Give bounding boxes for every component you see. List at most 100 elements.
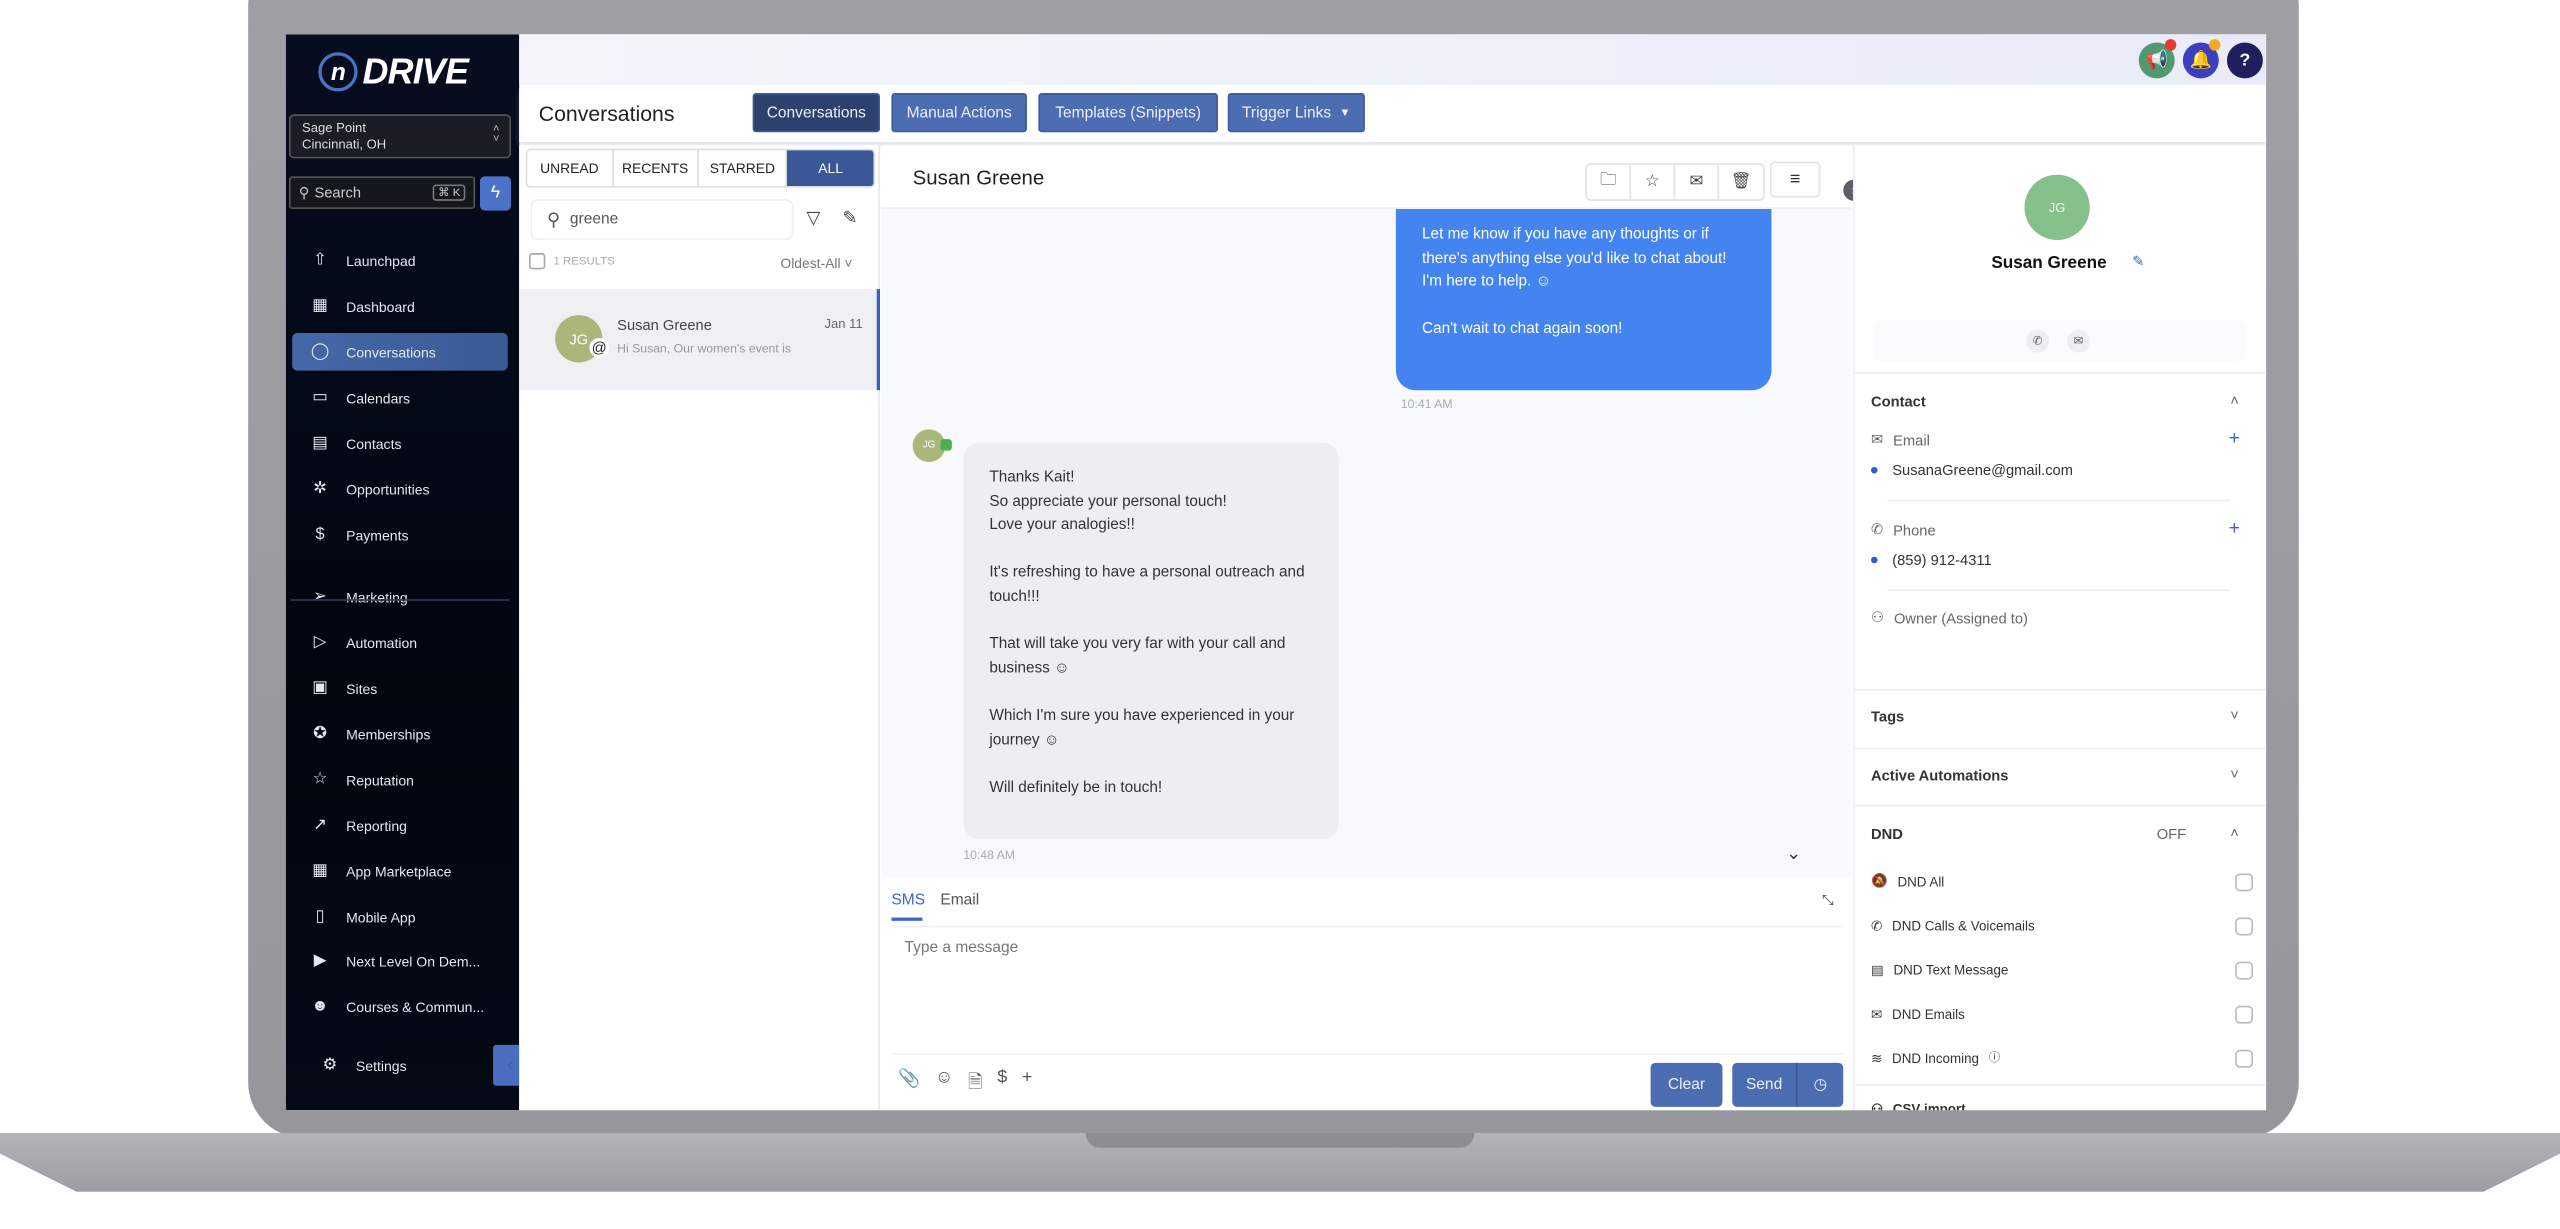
dollar-payment-icon[interactable]: $ (997, 1068, 1007, 1099)
minimize-icon[interactable]: ⤡ (1822, 891, 1834, 909)
sidebar-item-launchpad[interactable]: ⇧ Launchpad (292, 242, 508, 280)
chevron-down-icon[interactable]: ˅ (2230, 766, 2239, 782)
mail-icon: ✉ (1871, 1007, 1883, 1023)
compose-edit-icon[interactable]: ✎ (842, 207, 857, 229)
tags-section[interactable]: Tags (1871, 709, 1904, 725)
sidebar-item-calendars[interactable]: ▭ Calendars (292, 379, 508, 417)
conversation-search-input[interactable]: ⚲ greene (530, 199, 794, 240)
sidebar-item-mobile-app[interactable]: ▯ Mobile App (292, 898, 508, 936)
dnd-incoming-checkbox[interactable] (2235, 1048, 2254, 1067)
owner-field[interactable]: ⚇ Owner (Assigned to) (1871, 609, 2028, 627)
phone-value[interactable]: (859) 912-4311 (1871, 552, 1992, 568)
filter-recents[interactable]: RECENTS (613, 150, 699, 187)
sidebar-item-reporting[interactable]: ↗ Reporting (292, 807, 508, 845)
sidebar-item-sites[interactable]: ▣ Sites (292, 669, 508, 707)
email-channel-at-icon: @ (589, 337, 609, 358)
active-tab-underline (891, 917, 923, 921)
announcement-megaphone-icon[interactable]: 📢 (2138, 39, 2177, 79)
emoji-icon[interactable]: ☺ (935, 1068, 953, 1099)
dnd-section-title: DND (1871, 826, 1903, 843)
csv-import-link[interactable]: ⚇ CSV import (1871, 1100, 1966, 1110)
tab-trigger-links[interactable]: Trigger Links ▼ (1227, 93, 1365, 133)
call-phone-icon[interactable]: ✆ (2026, 329, 2049, 353)
help-icon[interactable]: ? (2226, 42, 2263, 79)
filter-starred[interactable]: STARRED (699, 150, 788, 187)
location-switcher[interactable]: Sage Point Cincinnati, OH ˄ ˅ (288, 114, 512, 159)
sort-dropdown[interactable]: Oldest-All ˅ (780, 255, 852, 271)
sidebar-item-contacts[interactable]: ▤ Contacts (292, 424, 508, 462)
dnd-calls-checkbox[interactable] (2235, 916, 2254, 935)
add-email-plus-icon[interactable]: + (2229, 426, 2240, 449)
outbound-message: Let me know if you have any thoughts or … (1395, 208, 1772, 391)
sidebar-item-opportunities[interactable]: ✲ Opportunities (292, 470, 508, 508)
dnd-text-row[interactable]: ▤ DND Text Message (1871, 960, 2254, 979)
star-icon[interactable]: ☆ (1631, 164, 1676, 200)
sidebar-item-next-level-on-dem[interactable]: ▶ Next Level On Dem... (292, 942, 508, 980)
send-email-icon[interactable]: ✉ (2066, 329, 2090, 353)
sidebar-item-payments[interactable]: $ Payments (292, 516, 508, 554)
dnd-all-checkbox[interactable] (2235, 872, 2254, 891)
automation-icon: ▷ (313, 633, 327, 652)
dnd-incoming-row[interactable]: ≋ DND Incoming ⓘ (1871, 1048, 2254, 1067)
trash-icon[interactable]: 🗑 (1719, 165, 1763, 199)
info-icon[interactable]: ⓘ (1989, 1050, 2000, 1066)
email-value[interactable]: SusanaGreene@gmail.com (1871, 462, 2073, 478)
edit-pencil-icon[interactable]: ✎ (2132, 253, 2144, 271)
select-all-checkbox[interactable] (528, 253, 546, 270)
tab-manual-actions[interactable]: Manual Actions (891, 93, 1027, 133)
filter-unread[interactable]: UNREAD (527, 150, 614, 187)
sidebar-item-dashboard[interactable]: ▦ Dashboard (292, 287, 508, 325)
message-input[interactable]: Type a message (904, 939, 1018, 957)
divider (1854, 747, 2267, 750)
compose-tab-email[interactable]: Email (940, 891, 979, 909)
scroll-to-bottom-icon[interactable]: ⌄ (1786, 842, 1801, 864)
schedule-clock-icon[interactable]: ◷ (1795, 1062, 1843, 1107)
send-button[interactable]: Send ◷ (1732, 1062, 1844, 1107)
chevron-up-icon[interactable]: ˄ (2230, 392, 2239, 408)
document-template-icon[interactable]: 🗎 (968, 1068, 982, 1099)
chat-filter-button[interactable]: ≡ (1769, 161, 1821, 198)
clear-button[interactable]: Clear (1650, 1062, 1723, 1107)
sidebar-item-conversations[interactable]: ◯ Conversations (292, 333, 508, 371)
divider (1854, 372, 2267, 374)
plus-icon[interactable]: + (1022, 1068, 1033, 1099)
contact-panel: JG Susan Greene ✎ ✆ ✉ Contact ˄ ✉ Email +… (1853, 145, 2267, 1110)
sidebar-item-marketing[interactable]: ➢ Marketing (292, 578, 508, 616)
sidebar-search[interactable]: ⚲ Search ⌘ K (288, 176, 476, 209)
sidebar-item-automation[interactable]: ▷ Automation (292, 624, 508, 662)
dnd-emails-row[interactable]: ✉ DND Emails (1871, 1004, 2254, 1023)
sidebar-item-memberships[interactable]: ✪ Memberships (292, 715, 508, 753)
conversation-item[interactable]: JG @ Susan Greene Jan 11 Hi Susan, Our w… (519, 288, 880, 391)
archive-folder-icon[interactable]: 🗀 (1587, 164, 1632, 200)
filter-funnel-icon[interactable]: ▽ (807, 207, 821, 229)
quick-actions-bolt-icon[interactable]: ϟ (479, 176, 512, 211)
sidebar-item-app-marketplace[interactable]: ▦ App Marketplace (292, 852, 508, 890)
compose-tab-sms[interactable]: SMS (891, 891, 925, 909)
contacts-icon: ▤ (312, 434, 328, 453)
dnd-emails-checkbox[interactable] (2235, 1004, 2254, 1023)
paperclip-icon[interactable]: 📎 (898, 1068, 920, 1099)
filter-tabs: UNREAD RECENTS STARRED ALL (525, 148, 876, 188)
chevron-down-icon[interactable]: ˅ (2230, 707, 2239, 723)
csv-import-label: CSV import (1892, 1101, 1966, 1111)
dnd-option-label: DND All (1897, 874, 1945, 889)
filter-all[interactable]: ALL (787, 150, 874, 187)
mark-unread-mail-icon[interactable]: ✉ (1675, 164, 1720, 200)
tab-templates[interactable]: Templates (Snippets) (1038, 93, 1218, 133)
dnd-all-row[interactable]: 🔕 DND All (1871, 872, 2254, 891)
add-phone-plus-icon[interactable]: + (2229, 516, 2240, 539)
dnd-calls-row[interactable]: ✆ DND Calls & Voicemails (1871, 916, 2254, 935)
sidebar-item-reputation[interactable]: ☆ Reputation (292, 761, 508, 799)
chat-panel: Susan Greene 🗀 ☆ ✉ 🗑 ≡ › Let me know if … (881, 145, 1865, 1111)
chevron-up-icon[interactable]: ˄ (2230, 824, 2239, 840)
active-automations-section[interactable]: Active Automations (1871, 767, 2008, 783)
phone-icon: ✆ (1871, 520, 1884, 538)
message-preview: Hi Susan, Our women's event is (617, 341, 791, 356)
tab-conversations[interactable]: Conversations (752, 93, 880, 133)
notification-bell-icon[interactable]: 🔔 (2182, 39, 2221, 79)
sidebar-item-settings[interactable]: ⚙ Settings (302, 1047, 518, 1085)
sidebar-item-courses-commun[interactable]: ☻ Courses & Commun... (292, 988, 508, 1026)
sidebar-item-label: Reporting (346, 817, 407, 834)
divider (1887, 589, 2231, 592)
dnd-text-checkbox[interactable] (2235, 960, 2254, 979)
